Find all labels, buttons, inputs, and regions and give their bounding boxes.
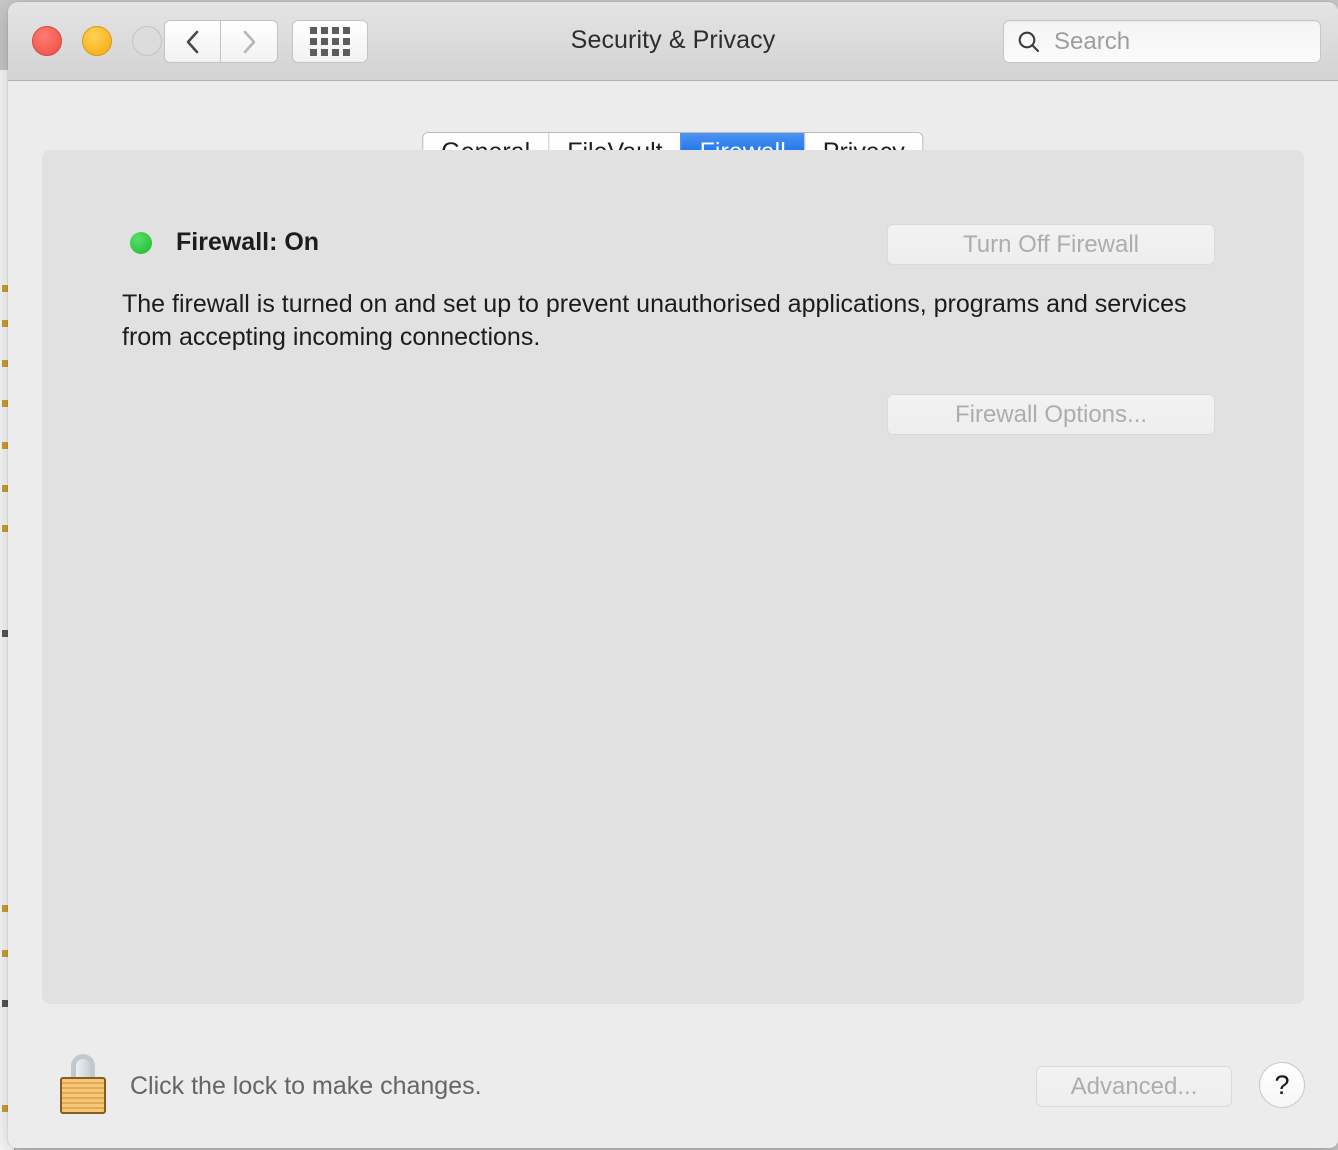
firewall-options-button[interactable]: Firewall Options... bbox=[887, 394, 1215, 435]
lock-hint-text: Click the lock to make changes. bbox=[130, 1072, 482, 1100]
turn-off-firewall-button[interactable]: Turn Off Firewall bbox=[887, 224, 1215, 265]
firewall-status-row: Firewall: On bbox=[130, 228, 319, 257]
search-icon bbox=[1018, 31, 1040, 52]
padlock-body bbox=[60, 1077, 106, 1114]
advanced-button[interactable]: Advanced... bbox=[1036, 1066, 1232, 1107]
help-button[interactable]: ? bbox=[1259, 1062, 1305, 1108]
closed-padlock-icon[interactable] bbox=[60, 1054, 106, 1114]
window-titlebar: Security & Privacy Search bbox=[8, 2, 1338, 81]
status-indicator-icon bbox=[130, 231, 152, 254]
security-privacy-window: Security & Privacy Search General FileVa… bbox=[8, 2, 1338, 1148]
search-placeholder: Search bbox=[1054, 27, 1131, 55]
firewall-status-label: Firewall: On bbox=[176, 228, 320, 256]
search-field[interactable]: Search bbox=[1003, 20, 1321, 63]
firewall-description: The firewall is turned on and set up to … bbox=[122, 290, 1187, 351]
firewall-panel: Firewall: On The firewall is turned on a… bbox=[42, 150, 1304, 1004]
